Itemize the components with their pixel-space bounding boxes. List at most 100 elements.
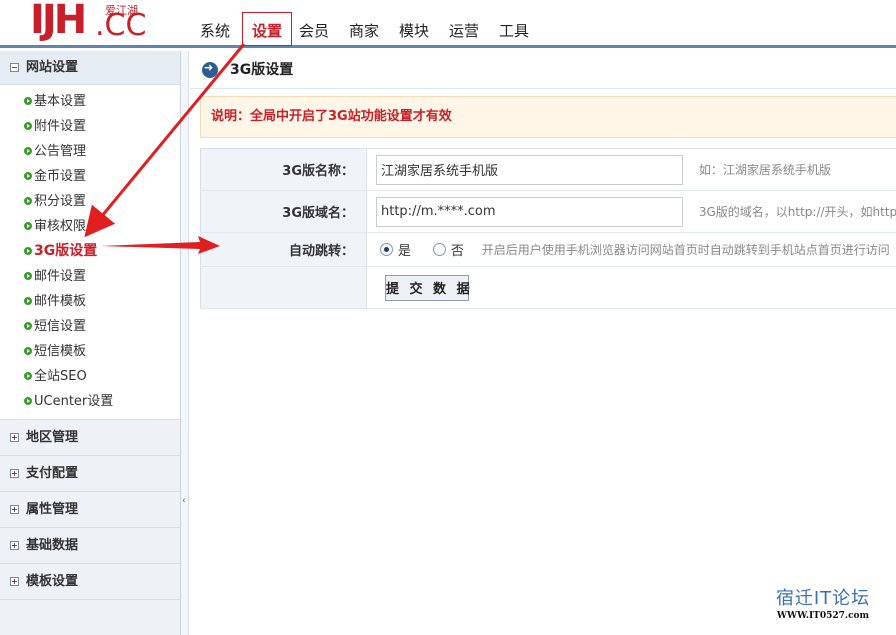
sidebar-item-attachment-settings[interactable]: 附件设置 bbox=[0, 114, 180, 139]
green-arrow-icon bbox=[24, 247, 32, 255]
sidebar-group-region[interactable]: 地区管理 bbox=[0, 420, 180, 456]
sidebar-item-label: 短信模板 bbox=[34, 344, 87, 359]
sidebar-item-basic-settings[interactable]: 基本设置 bbox=[0, 89, 180, 114]
expand-box-icon bbox=[10, 469, 19, 478]
nav-system[interactable]: 系统 bbox=[190, 12, 240, 46]
submit-cell: 提 交 数 据 bbox=[366, 266, 896, 309]
field-label: 3G版域名： bbox=[200, 190, 367, 233]
field-label: 自动跳转： bbox=[200, 232, 367, 267]
sidebar-item-ucenter-settings[interactable]: UCenter设置 bbox=[0, 389, 180, 414]
form-row-name: 3G版名称： 如：江湖家居系统手机版 bbox=[200, 148, 896, 191]
field-value-cell: 3G版的域名，以http://开头，如http bbox=[366, 190, 896, 233]
sidebar: 网站设置 基本设置 附件设置 公告管理 金币设置 积分设置 审核权限 3G版设置… bbox=[0, 51, 181, 635]
green-arrow-icon bbox=[24, 222, 32, 230]
watermark-url: WWW.IT0527.com bbox=[776, 611, 870, 621]
sidebar-group-label: 网站设置 bbox=[26, 60, 79, 75]
expand-box-icon bbox=[10, 541, 19, 550]
sidebar-group-base-data[interactable]: 基础数据 bbox=[0, 528, 180, 564]
top-header: IJH 爱江湖 .CC 系统 设置 会员 商家 模块 运营 工具 bbox=[0, 0, 896, 48]
sidebar-item-sms-templates[interactable]: 短信模板 bbox=[0, 339, 180, 364]
nav-members[interactable]: 会员 bbox=[289, 12, 339, 46]
redirect-no-radio[interactable] bbox=[432, 243, 446, 256]
submit-button[interactable]: 提 交 数 据 bbox=[385, 274, 470, 301]
3g-domain-input[interactable] bbox=[376, 196, 683, 227]
sidebar-group-label: 模板设置 bbox=[26, 574, 79, 589]
sidebar-group-payment[interactable]: 支付配置 bbox=[0, 456, 180, 492]
sidebar-item-points-settings[interactable]: 积分设置 bbox=[0, 189, 180, 214]
collapse-box-icon bbox=[10, 63, 19, 72]
green-arrow-icon bbox=[24, 197, 32, 205]
sidebar-item-label: 基本设置 bbox=[34, 94, 87, 109]
field-value-cell: 如：江湖家居系统手机版 bbox=[366, 148, 896, 191]
nav-tools[interactable]: 工具 bbox=[489, 12, 539, 46]
form-row-redirect: 自动跳转： 是 否 开启后用户使用手机浏览器访问网站首页时自动跳转到手机站点首页… bbox=[200, 232, 896, 267]
notice-banner: 说明：全局中开启了3G站功能设置才有效 bbox=[200, 96, 896, 138]
sidebar-group-templates[interactable]: 模板设置 bbox=[0, 564, 180, 600]
sidebar-item-label: 附件设置 bbox=[34, 119, 87, 134]
nav-merchants[interactable]: 商家 bbox=[339, 12, 389, 46]
sidebar-item-label: 全站SEO bbox=[34, 369, 87, 384]
nav-modules[interactable]: 模块 bbox=[389, 12, 439, 46]
main-content: 3G版设置 说明：全局中开启了3G站功能设置才有效 3G版名称： 如：江湖家居系… bbox=[190, 51, 896, 635]
sidebar-group-attributes[interactable]: 属性管理 bbox=[0, 492, 180, 528]
logo-text: IJH bbox=[30, 0, 87, 43]
sidebar-item-email-settings[interactable]: 邮件设置 bbox=[0, 264, 180, 289]
settings-form: 3G版名称： 如：江湖家居系统手机版 3G版域名： 3G版的域名，以http:/… bbox=[200, 148, 896, 309]
sidebar-group-site-settings[interactable]: 网站设置 bbox=[0, 51, 180, 85]
sidebar-item-site-seo[interactable]: 全站SEO bbox=[0, 364, 180, 389]
sidebar-item-label: 短信设置 bbox=[34, 319, 87, 334]
logo-domain-text: .CC bbox=[95, 8, 147, 43]
sidebar-item-3g-settings[interactable]: 3G版设置 bbox=[0, 239, 180, 264]
form-row-domain: 3G版域名： 3G版的域名，以http://开头，如http bbox=[200, 190, 896, 233]
sidebar-item-label: 邮件模板 bbox=[34, 294, 87, 309]
green-arrow-icon bbox=[24, 122, 32, 130]
sidebar-group-label: 地区管理 bbox=[26, 430, 79, 445]
field-hint: 开启后用户使用手机浏览器访问网站首页时自动跳转到手机站点首页进行访问 bbox=[481, 243, 890, 257]
nav-operations[interactable]: 运营 bbox=[439, 12, 489, 46]
sidebar-item-label: 邮件设置 bbox=[34, 269, 87, 284]
sidebar-item-review-permissions[interactable]: 审核权限 bbox=[0, 214, 180, 239]
green-arrow-icon bbox=[24, 322, 32, 330]
green-arrow-icon bbox=[24, 297, 32, 305]
green-arrow-icon bbox=[24, 97, 32, 105]
form-row-submit: 提 交 数 据 bbox=[200, 266, 896, 309]
expand-box-icon bbox=[10, 433, 19, 442]
sidebar-item-label: 金币设置 bbox=[34, 169, 87, 184]
green-arrow-icon bbox=[24, 272, 32, 280]
expand-box-icon bbox=[10, 505, 19, 514]
watermark-text: 宿迁IT论坛 bbox=[775, 588, 871, 609]
sidebar-item-label: 公告管理 bbox=[34, 144, 87, 159]
sidebar-collapse-handle[interactable]: ‹ bbox=[181, 51, 189, 635]
arrow-circle-icon bbox=[202, 61, 218, 78]
green-arrow-icon bbox=[24, 147, 32, 155]
page-title: 3G版设置 bbox=[230, 62, 294, 78]
radio-label: 否 bbox=[450, 244, 464, 259]
field-hint: 3G版的域名，以http://开头，如http bbox=[698, 205, 896, 219]
redirect-yes-radio[interactable] bbox=[380, 243, 393, 256]
sidebar-item-label: UCenter设置 bbox=[34, 394, 114, 409]
field-value-cell: 是 否 开启后用户使用手机浏览器访问网站首页时自动跳转到手机站点首页进行访问 bbox=[366, 232, 896, 267]
radio-label: 是 bbox=[398, 244, 412, 259]
sidebar-group-label: 基础数据 bbox=[26, 538, 79, 553]
green-arrow-icon bbox=[24, 372, 32, 380]
empty-label-cell bbox=[200, 266, 367, 309]
sidebar-submenu: 基本设置 附件设置 公告管理 金币设置 积分设置 审核权限 3G版设置 邮件设置… bbox=[0, 85, 180, 420]
page-title-bar: 3G版设置 bbox=[190, 51, 896, 89]
sidebar-group-label: 属性管理 bbox=[26, 502, 79, 517]
sidebar-item-coin-settings[interactable]: 金币设置 bbox=[0, 164, 180, 189]
green-arrow-icon bbox=[24, 397, 32, 405]
green-arrow-icon bbox=[24, 347, 32, 355]
sidebar-item-label: 3G版设置 bbox=[34, 243, 98, 259]
sidebar-item-label: 审核权限 bbox=[34, 219, 87, 234]
field-hint: 如：江湖家居系统手机版 bbox=[698, 163, 831, 177]
3g-name-input[interactable] bbox=[376, 154, 683, 185]
sidebar-item-announcements[interactable]: 公告管理 bbox=[0, 139, 180, 164]
green-arrow-icon bbox=[24, 172, 32, 180]
sidebar-item-label: 积分设置 bbox=[34, 194, 87, 209]
sidebar-group-label: 支付配置 bbox=[26, 466, 79, 481]
sidebar-item-email-templates[interactable]: 邮件模板 bbox=[0, 289, 180, 314]
expand-box-icon bbox=[10, 577, 19, 586]
watermark: 宿迁IT论坛 WWW.IT0527.com bbox=[758, 588, 888, 622]
sidebar-item-sms-settings[interactable]: 短信设置 bbox=[0, 314, 180, 339]
nav-settings[interactable]: 设置 bbox=[242, 12, 292, 46]
